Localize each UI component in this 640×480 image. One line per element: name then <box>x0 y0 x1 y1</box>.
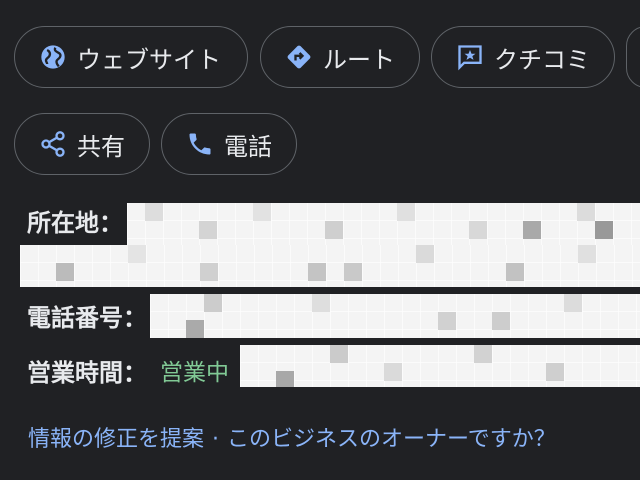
share-button-label: 共有 <box>77 132 125 161</box>
reviews-button[interactable]: クチコミ <box>431 26 615 88</box>
share-icon <box>39 130 67 158</box>
share-button[interactable]: 共有 <box>14 113 150 175</box>
globe-icon <box>39 43 67 71</box>
route-button[interactable]: ルート <box>260 26 420 88</box>
website-button[interactable]: ウェブサイト <box>14 26 248 88</box>
footer-links: 情報の修正を提案 · このビジネスのオーナーですか？ <box>28 421 556 453</box>
route-button-label: ルート <box>323 45 395 74</box>
review-star-icon <box>456 43 484 71</box>
claim-business-link[interactable]: このビジネスのオーナーですか？ <box>227 427 556 452</box>
address-redacted-line1 <box>127 203 640 245</box>
directions-icon <box>285 43 313 71</box>
suggest-edit-link[interactable]: 情報の修正を提案 <box>28 427 204 452</box>
business-panel: ウェブサイト ルート クチコミ 共有 電話 所在地： 電話番号： 営業時間： 営… <box>0 0 640 480</box>
open-status: 営業中 <box>160 360 229 386</box>
hours-label: 営業時間： <box>27 359 147 387</box>
phone-icon <box>186 130 214 158</box>
phone-label: 電話番号： <box>27 304 147 332</box>
phone-redacted <box>150 294 640 338</box>
call-button[interactable]: 電話 <box>161 113 297 175</box>
footer-separator: · <box>212 427 220 452</box>
address-label: 所在地： <box>27 209 123 237</box>
website-button-label: ウェブサイト <box>77 45 221 74</box>
reviews-button-label: クチコミ <box>494 45 590 74</box>
hours-redacted <box>240 345 640 387</box>
address-redacted-line2 <box>20 245 640 287</box>
more-actions-chip[interactable] <box>626 26 640 88</box>
call-button-label: 電話 <box>224 132 272 161</box>
